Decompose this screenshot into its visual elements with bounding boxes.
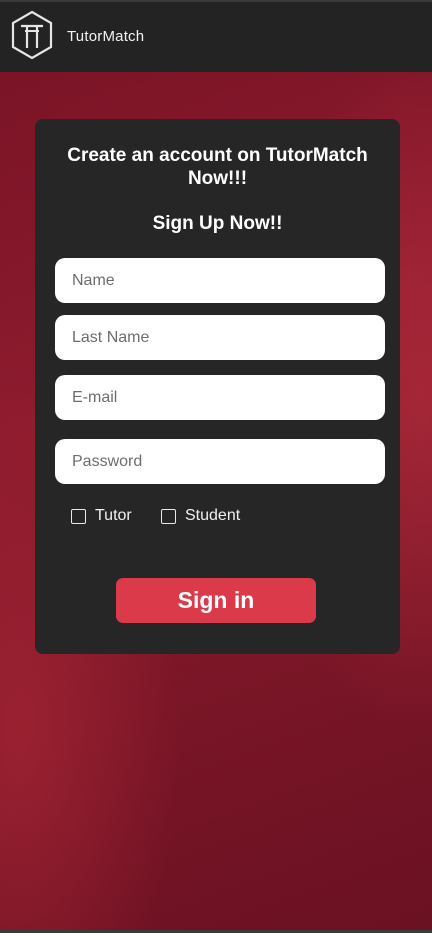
tutor-checkbox[interactable]: Tutor: [71, 507, 132, 525]
tutormatch-logo-icon[interactable]: [10, 10, 54, 60]
top-bar: TutorMatch: [0, 0, 432, 72]
signup-card: Create an account on TutorMatch Now!!! S…: [35, 119, 400, 654]
email-input[interactable]: [55, 375, 385, 420]
last-name-input[interactable]: [55, 315, 385, 360]
signup-title: Create an account on TutorMatch Now!!!: [67, 145, 368, 189]
name-input[interactable]: [55, 258, 385, 303]
password-input[interactable]: [55, 439, 385, 484]
checkbox-icon[interactable]: [71, 508, 86, 524]
signup-subtitle: Sign Up Now!!: [152, 213, 283, 234]
checkbox-icon[interactable]: [161, 508, 176, 524]
student-checkbox[interactable]: Student: [161, 507, 240, 525]
tutor-checkbox-label: Tutor: [95, 507, 132, 524]
sign-in-button[interactable]: Sign in: [116, 578, 316, 623]
brand-name[interactable]: TutorMatch: [67, 28, 144, 45]
student-checkbox-label: Student: [185, 507, 241, 524]
